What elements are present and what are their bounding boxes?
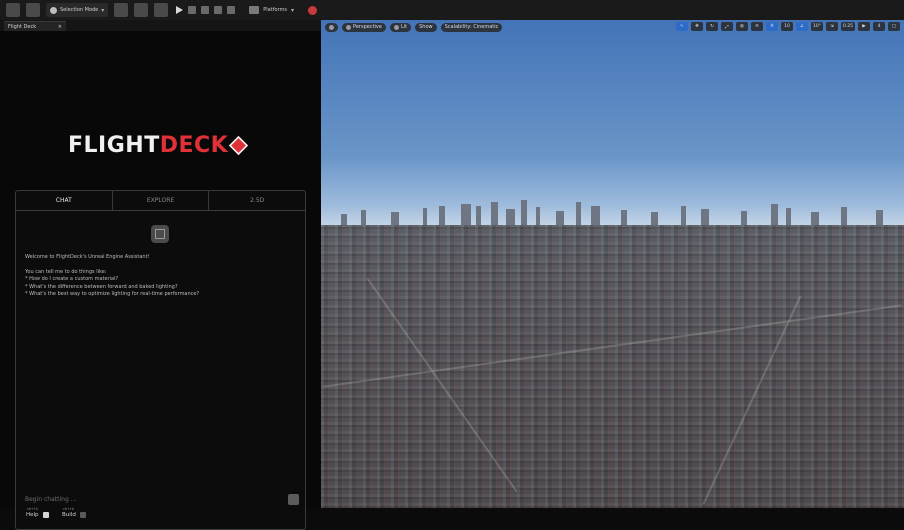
logo-word-white: FLIGHT [68, 133, 160, 158]
assistant-icon [151, 225, 169, 243]
intro-message: You can tell me to do things like: [25, 268, 107, 275]
camera-speed-icon[interactable]: ▶ [858, 22, 870, 31]
grid-snap-value[interactable]: 10 [780, 22, 793, 31]
perspective-button[interactable]: Perspective [342, 22, 386, 32]
city-rooftops [321, 225, 904, 508]
close-icon[interactable]: × [58, 24, 62, 30]
flightdeck-logo: FLIGHT DECK [68, 133, 249, 158]
show-label: Show [419, 24, 433, 30]
scale-snap-icon[interactable]: ⇲ [825, 22, 838, 31]
scalability-button[interactable]: Scalability: Cinematic [440, 22, 503, 32]
viewport-menu-button[interactable] [325, 22, 338, 32]
example-item: * What's the best way to optimize lighti… [25, 291, 200, 297]
play-icon[interactable] [176, 6, 184, 14]
content-browser-icon[interactable] [26, 3, 40, 17]
tab-2-5d[interactable]: 2.5D [209, 191, 305, 210]
eject-icon[interactable] [214, 6, 223, 14]
build-label: Build [62, 512, 76, 518]
chat-input[interactable]: Begin chatting ... [25, 496, 76, 503]
camera-speed-value[interactable]: 4 [873, 22, 885, 31]
selection-mode-icon [50, 6, 57, 14]
city-skyline [341, 200, 883, 228]
cube-icon [229, 135, 249, 156]
example-item: * How do I create a custom material? [25, 276, 119, 282]
level-viewport[interactable]: Perspective Lit Show Scalability: Cinema… [321, 20, 904, 508]
move-tool-icon[interactable]: ✥ [690, 22, 703, 31]
hamburger-icon [329, 24, 334, 30]
perspective-label: Perspective [353, 24, 382, 30]
blueprint-icon[interactable] [134, 3, 149, 17]
grid-snap-icon[interactable]: # [765, 22, 778, 31]
welcome-message: Welcome to FlightDeck's Unreal Engine As… [25, 254, 150, 260]
selection-mode-dropdown[interactable]: Selection Mode ▾ [46, 3, 109, 17]
platforms-icon [249, 6, 260, 14]
flightdeck-plugin-icon[interactable] [308, 5, 317, 15]
example-item: * What's the difference between forward … [25, 283, 178, 290]
camera-icon [346, 24, 351, 30]
rotation-snap-value[interactable]: 10° [810, 22, 823, 31]
platforms-label: Platforms [263, 7, 287, 13]
viewport-transform-controls: ↖ ✥ ↻ ⤢ ◍ ≋ # 10 ∠ 10° ⇲ 0.25 ▶ 4 □ [675, 22, 900, 31]
selection-mode-label: Selection Mode [60, 7, 99, 13]
rotate-tool-icon[interactable]: ↻ [705, 22, 718, 31]
select-tool-icon[interactable]: ↖ [675, 22, 688, 31]
surface-snap-icon[interactable]: ≋ [750, 22, 763, 31]
show-button[interactable]: Show [415, 22, 437, 32]
more-options-icon[interactable] [227, 6, 236, 14]
tab-chat[interactable]: CHAT [16, 191, 113, 210]
help-option: ctrl+h Help [26, 507, 49, 518]
help-label: Help [26, 512, 39, 518]
scale-tool-icon[interactable]: ⤢ [720, 22, 733, 31]
flight-deck-panel-tab[interactable]: Flight Deck × [4, 21, 66, 31]
chat-panel: CHAT EXPLORE 2.5D Welcome to FlightDeck'… [15, 190, 306, 530]
lit-label: Lit [400, 24, 408, 30]
lightbulb-icon [393, 24, 399, 30]
help-checkbox[interactable] [42, 512, 49, 518]
panel-tab-title: Flight Deck [8, 23, 37, 30]
world-local-icon[interactable]: ◍ [735, 22, 748, 31]
tab-explore[interactable]: EXPLORE [113, 191, 210, 210]
logo-word-red: DECK [159, 133, 229, 158]
road [366, 277, 518, 493]
lit-button[interactable]: Lit [389, 22, 412, 32]
build-checkbox[interactable] [79, 512, 86, 518]
add-actor-icon[interactable] [114, 3, 129, 17]
save-icon[interactable] [6, 3, 20, 17]
stop-icon[interactable] [201, 6, 210, 14]
build-option: ctrl+b Build [62, 507, 86, 518]
maximize-viewport-icon[interactable]: □ [888, 22, 900, 31]
step-icon[interactable] [188, 6, 197, 14]
chevron-down-icon: ▾ [290, 6, 294, 14]
chevron-down-icon: ▾ [101, 6, 105, 14]
message-list: Welcome to FlightDeck's Unreal Engine As… [25, 254, 295, 299]
chat-tabs: CHAT EXPLORE 2.5D [16, 191, 305, 211]
platforms-button[interactable]: Platforms ▾ [249, 6, 294, 14]
editor-toolbar: Selection Mode ▾ Platforms ▾ [0, 0, 904, 21]
scalability-label: Scalability: Cinematic [444, 24, 499, 30]
viewport-toolbar: Perspective Lit Show Scalability: Cinema… [321, 20, 904, 34]
cinematics-icon[interactable] [154, 3, 169, 17]
scale-snap-value[interactable]: 0.25 [840, 22, 855, 31]
flight-deck-panel: FLIGHT DECK CHAT EXPLORE 2.5D Welcome to… [0, 31, 321, 530]
rotation-snap-icon[interactable]: ∠ [795, 22, 808, 31]
road [323, 304, 902, 388]
panel-tab-strip: Flight Deck × [0, 20, 321, 31]
send-button[interactable] [288, 494, 299, 505]
